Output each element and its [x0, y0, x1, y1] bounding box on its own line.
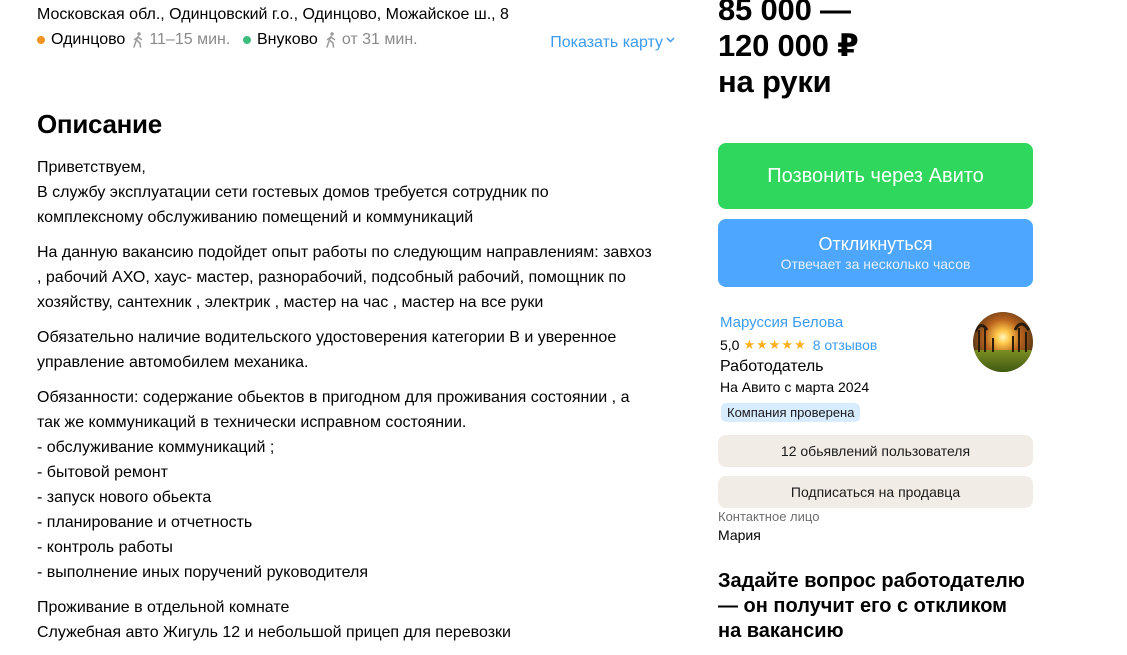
star-rating-icon: ★★★★★ — [743, 337, 807, 352]
description-line: хозяйству, сантехник , электрик , мастер… — [37, 294, 544, 311]
description-line: комплексному обслуживанию помещений и ко… — [37, 209, 474, 226]
show-map-label: Показать карту — [550, 34, 663, 51]
description-paragraph: Обязанности: содержание обьектов в приго… — [37, 385, 677, 585]
reviews-link[interactable]: 8 отзывов — [813, 337, 878, 353]
description-paragraph: Обязательно наличие водительского удосто… — [37, 325, 677, 375]
description-paragraph: На данную вакансию подойдет опыт работы … — [37, 240, 677, 315]
salary-line: 120 000 ₽ — [718, 28, 859, 63]
station-dot-icon — [37, 36, 45, 44]
station-vnukovo: Внуково от 31 мин. — [243, 30, 418, 50]
description-line: - планирование и отчетность — [37, 514, 253, 531]
station-dot-icon — [243, 36, 251, 44]
station-time: 11–15 мин. — [149, 31, 231, 48]
station-odintsovo: Одинцово 11–15 мин. — [37, 30, 230, 50]
subscribe-seller-button[interactable]: Подписаться на продавца — [718, 476, 1033, 508]
description-title: Описание — [37, 109, 162, 139]
description-line: - выполнение иных поручений руководителя — [37, 564, 369, 581]
description-line: В службу эксплуатации сети гостевых домо… — [37, 184, 549, 201]
description-line: так же коммуникаций в технически исправн… — [37, 414, 467, 431]
description-line: На данную вакансию подойдет опыт работы … — [37, 244, 652, 261]
ask-employer-heading: Задайте вопрос работодателю — он получит… — [718, 570, 1025, 642]
station-time: от 31 мин. — [341, 31, 418, 48]
description-line: - бытовой ремонт — [37, 464, 168, 481]
respond-sublabel: Отвечает за несколько часов — [780, 256, 971, 272]
station-name: Внуково — [257, 31, 318, 48]
description-line: Приветствуем, — [37, 159, 146, 176]
stations-row: Одинцово 11–15 мин. Внуково от 31 мин. П… — [37, 30, 677, 53]
show-map-link[interactable]: Показать карту — [550, 33, 675, 53]
seller-rating: 5,0 ★★★★★ 8 отзывов — [720, 337, 877, 353]
description-line: - запуск нового обьекта — [37, 489, 212, 506]
description-line: управление автомобилем механика. — [37, 354, 309, 371]
description-line: Служебная авто Жигуль 12 и небольшой при… — [37, 624, 511, 641]
description-paragraph: Приветствуем, В службу эксплуатации сети … — [37, 155, 677, 230]
contact-person-label: Контактное лицо — [718, 509, 820, 524]
chevron-down-icon — [666, 37, 675, 43]
walking-person-icon — [324, 32, 338, 48]
avatar[interactable] — [973, 312, 1033, 372]
seller-role: Работодатель — [720, 358, 824, 375]
call-via-avito-button[interactable]: Позвонить через Авито — [718, 143, 1033, 209]
rating-value: 5,0 — [720, 337, 740, 353]
description-body: Приветствуем, В службу эксплуатации сети … — [37, 155, 677, 655]
verified-badge: Компания проверена — [721, 403, 861, 422]
description-line: Проживание в отдельной комнате — [37, 599, 290, 616]
respond-button[interactable]: Откликнуться Отвечает за несколько часов — [718, 219, 1033, 287]
description-line: - обслуживание коммуникаций ; — [37, 439, 275, 456]
description-line: - контроль работы — [37, 539, 173, 556]
station-name: Одинцово — [51, 31, 126, 48]
salary-line: 85 000 — — [718, 0, 851, 27]
description-line: Обязательно наличие водительского удосто… — [37, 329, 617, 346]
job-address: Московская обл., Одинцовский г.о., Одинц… — [37, 6, 509, 23]
salary: 85 000 — 120 000 ₽ на руки — [718, 0, 859, 100]
contact-person-name: Мария — [718, 527, 761, 543]
user-ads-button[interactable]: 12 обьявлений пользователя — [718, 435, 1033, 467]
description-line: , рабочий АХО, хаус- мастер, разнорабочи… — [37, 269, 626, 286]
seller-since: На Авито с марта 2024 — [720, 379, 870, 395]
walking-person-icon — [131, 32, 145, 48]
respond-label: Откликнуться — [818, 234, 933, 254]
seller-name-link[interactable]: Маруссия Белова — [720, 314, 843, 331]
description-line: Обязанности: содержание обьектов в приго… — [37, 389, 630, 406]
sunset-forest-avatar-image — [973, 312, 1033, 372]
description-paragraph: Проживание в отдельной комнате Служебная … — [37, 595, 677, 645]
salary-line: на руки — [718, 64, 832, 99]
